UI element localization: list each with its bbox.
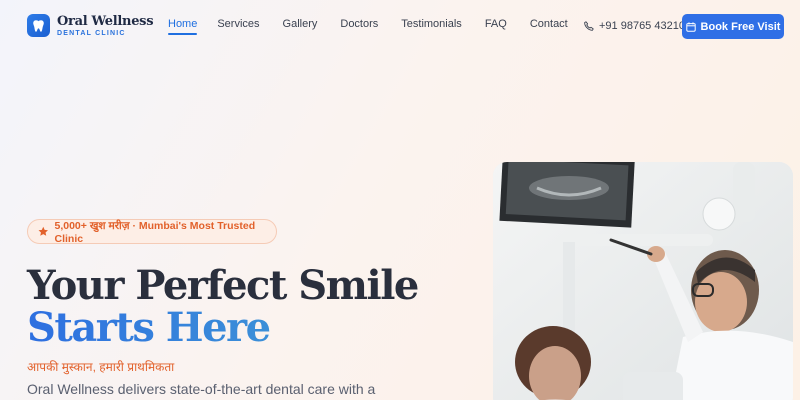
nav-item-doctors[interactable]: Doctors (340, 18, 378, 35)
phone-link[interactable]: +91 98765 43210 (584, 20, 685, 32)
nav-item-home[interactable]: Home (168, 18, 198, 35)
hero-headline-line1: Your Perfect Smile (27, 262, 419, 309)
tooth-icon (27, 14, 50, 37)
book-visit-label: Book Free Visit (700, 20, 781, 33)
trust-badge-text: 5,000+ खुश मरीज़ · Mumbai's Most Trusted… (54, 219, 256, 245)
nav-item-contact[interactable]: Contact (530, 18, 568, 35)
brand-logo[interactable]: Oral Wellness DENTAL CLINIC (27, 13, 154, 37)
navbar: Oral Wellness DENTAL CLINIC Home Service… (0, 0, 800, 52)
star-icon (38, 226, 48, 236)
brand-title: Oral Wellness (57, 13, 154, 29)
hero-description: Oral Wellness delivers state-of-the-art … (27, 381, 376, 397)
calendar-icon (685, 21, 696, 32)
main-menu: Home Services Gallery Doctors Testimonia… (156, 18, 568, 35)
trust-badge: 5,000+ खुश मरीज़ · Mumbai's Most Trusted… (27, 219, 277, 245)
brand-subtitle: DENTAL CLINIC (57, 29, 126, 37)
phone-icon (584, 21, 594, 31)
nav-item-gallery[interactable]: Gallery (283, 18, 318, 35)
nav-item-testimonials[interactable]: Testimonials (401, 18, 462, 35)
dentist-photo (493, 162, 793, 400)
hero-headline-line2: Starts Here (27, 304, 271, 351)
hero-tagline: आपकी मुस्कान, हमारी प्राथमिकता (27, 360, 175, 374)
nav-item-faq[interactable]: FAQ (485, 18, 507, 35)
nav-item-services[interactable]: Services (217, 18, 259, 35)
book-visit-button[interactable]: Book Free Visit (682, 14, 784, 39)
phone-number: +91 98765 43210 (599, 20, 685, 32)
